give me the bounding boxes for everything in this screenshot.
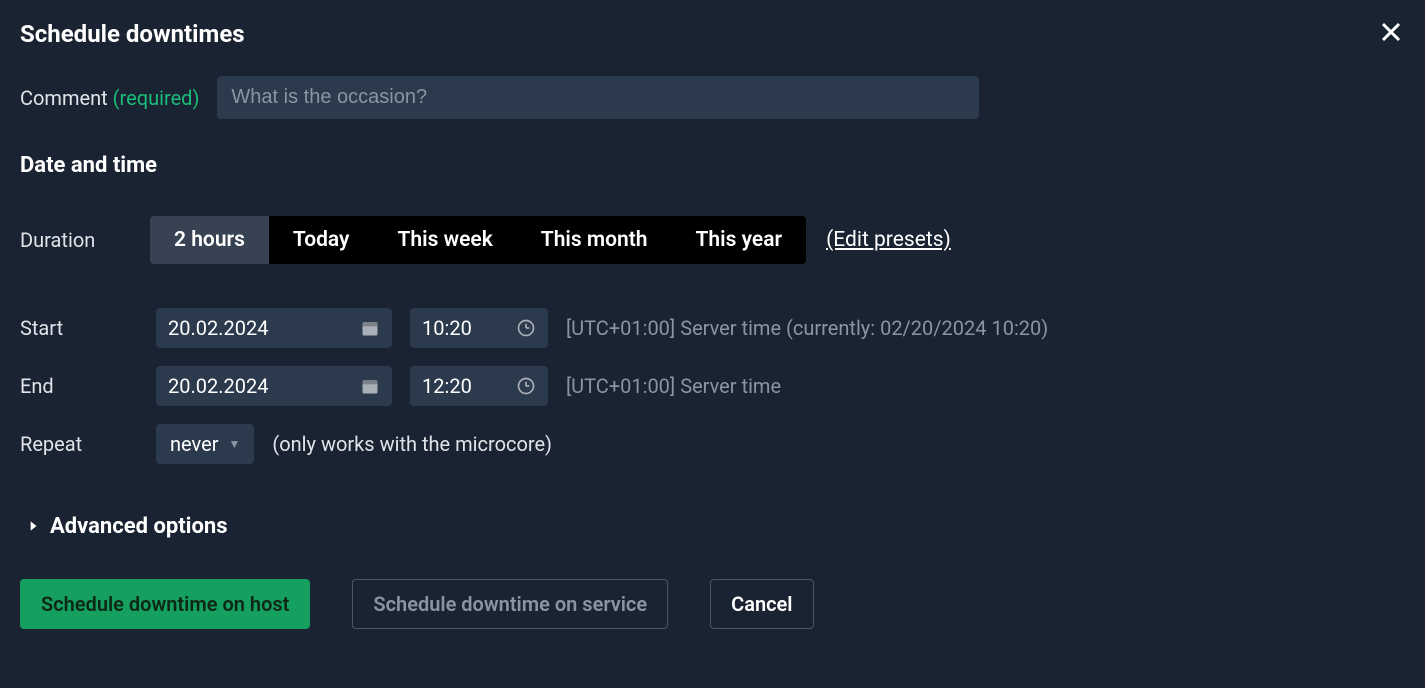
duration-label: Duration — [20, 228, 130, 252]
end-tz-text: [UTC+01:00] Server time — [566, 374, 781, 398]
duration-tab-2[interactable]: This week — [373, 216, 516, 264]
schedule-host-button[interactable]: Schedule downtime on host — [20, 579, 310, 629]
start-date-input[interactable]: 20.02.2024 — [156, 308, 392, 348]
start-label: Start — [20, 316, 138, 340]
close-button[interactable] — [1377, 20, 1405, 48]
duration-tab-4[interactable]: This year — [672, 216, 807, 264]
clock-icon — [516, 318, 536, 338]
repeat-label: Repeat — [20, 432, 138, 456]
close-icon — [1379, 20, 1403, 48]
calendar-icon — [360, 318, 380, 338]
duration-tab-0[interactable]: 2 hours — [150, 216, 269, 264]
repeat-select[interactable]: never ▼ — [156, 424, 254, 464]
clock-icon — [516, 376, 536, 396]
calendar-icon — [360, 376, 380, 396]
schedule-service-button[interactable]: Schedule downtime on service — [352, 579, 668, 629]
comment-input[interactable] — [217, 76, 979, 119]
end-date-input[interactable]: 20.02.2024 — [156, 366, 392, 406]
end-label: End — [20, 374, 138, 398]
required-badge: (required) — [113, 86, 200, 110]
advanced-label: Advanced options — [50, 514, 228, 539]
duration-tabs: 2 hoursTodayThis weekThis monthThis year — [150, 216, 806, 264]
edit-presets-link[interactable]: (Edit presets) — [826, 228, 951, 252]
start-date-value: 20.02.2024 — [168, 316, 268, 340]
comment-label: Comment (required) — [20, 86, 199, 110]
cancel-button[interactable]: Cancel — [710, 579, 813, 629]
start-time-value: 10:20 — [422, 316, 472, 340]
repeat-hint: (only works with the microcore) — [272, 432, 552, 456]
chevron-down-icon: ▼ — [228, 437, 240, 451]
duration-tab-1[interactable]: Today — [269, 216, 374, 264]
end-time-input[interactable]: 12:20 — [410, 366, 548, 406]
end-time-value: 12:20 — [422, 374, 472, 398]
datetime-section-title: Date and time — [20, 153, 1405, 178]
advanced-options-toggle[interactable]: Advanced options — [26, 514, 1405, 539]
duration-tab-3[interactable]: This month — [517, 216, 672, 264]
start-tz-text: [UTC+01:00] Server time (currently: 02/2… — [566, 316, 1048, 340]
start-time-input[interactable]: 10:20 — [410, 308, 548, 348]
repeat-value: never — [170, 432, 218, 456]
page-title: Schedule downtimes — [20, 20, 245, 48]
end-date-value: 20.02.2024 — [168, 374, 268, 398]
chevron-right-icon — [26, 514, 40, 539]
